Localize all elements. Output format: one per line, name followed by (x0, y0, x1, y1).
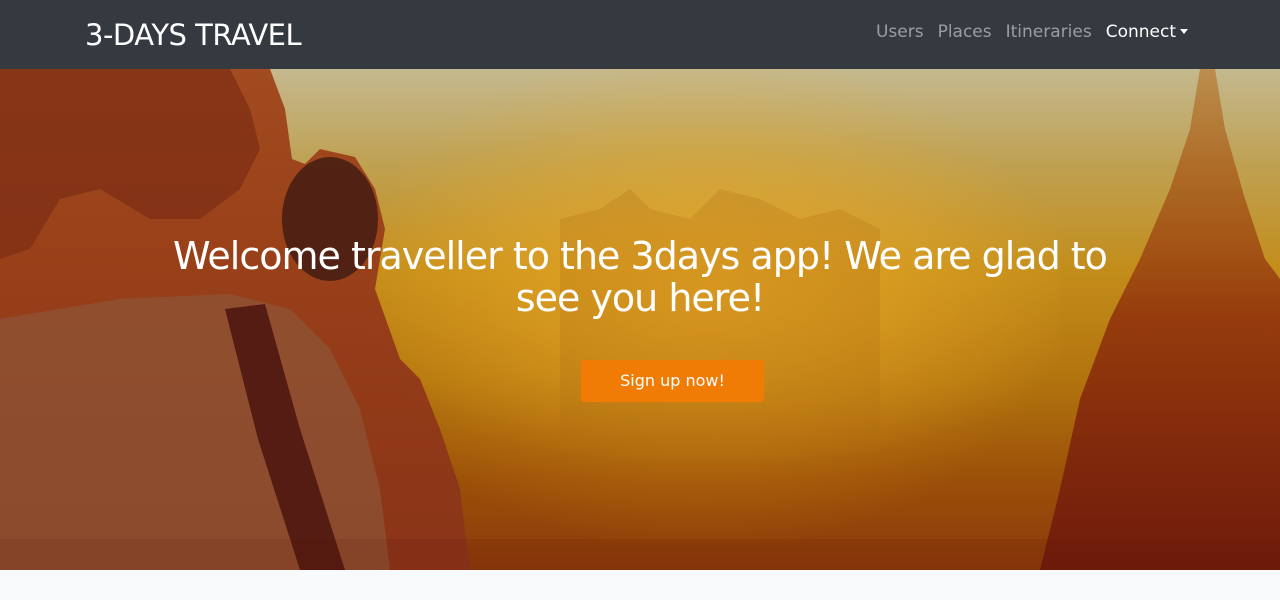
brand-logo[interactable]: 3-DAYS TRAVEL (85, 16, 302, 54)
sign-up-button[interactable]: Sign up now! (581, 360, 764, 402)
caret-down-icon (1180, 29, 1188, 34)
top-navbar: 3-DAYS TRAVEL Users Places Itineraries C… (0, 0, 1280, 69)
connect-dropdown-toggle[interactable]: Connect (1106, 20, 1188, 44)
nav-link-users[interactable]: Users (876, 20, 924, 44)
nav-link-itineraries[interactable]: Itineraries (1006, 20, 1092, 44)
hero-title: Welcome traveller to the 3days app! We a… (173, 234, 1108, 320)
page-content-area (0, 570, 1280, 600)
hero-section: Welcome traveller to the 3days app! We a… (0, 69, 1280, 570)
nav-menu: Users Places Itineraries Connect (862, 20, 1188, 44)
nav-link-places[interactable]: Places (938, 20, 992, 44)
connect-label: Connect (1105, 22, 1176, 42)
